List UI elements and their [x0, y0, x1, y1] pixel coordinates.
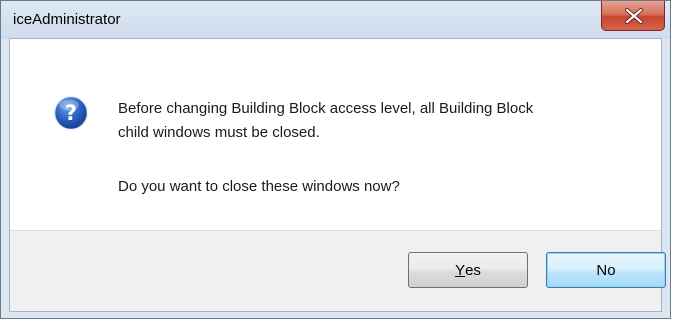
message-line-3: Do you want to close these windows now?	[118, 178, 400, 195]
message-area: ? Before changing Building Block access …	[10, 39, 661, 230]
close-icon	[625, 8, 643, 24]
svg-text:?: ?	[65, 101, 77, 125]
message-line-1: Before changing Building Block access le…	[118, 100, 534, 117]
yes-label-rest: es	[465, 261, 481, 279]
message-dialog: iceAdministrator ? Before changing Build…	[0, 0, 671, 319]
title-bar[interactable]: iceAdministrator	[1, 1, 670, 39]
yes-button[interactable]: Yes	[408, 252, 528, 288]
message-line-2: child windows must be closed.	[118, 124, 320, 141]
close-button[interactable]	[601, 1, 665, 31]
question-icon: ?	[53, 95, 89, 131]
no-button[interactable]: No	[546, 252, 666, 288]
window-title: iceAdministrator	[13, 11, 121, 28]
yes-mnemonic: Y	[455, 261, 466, 279]
dialog-client-area: ? Before changing Building Block access …	[9, 38, 666, 312]
